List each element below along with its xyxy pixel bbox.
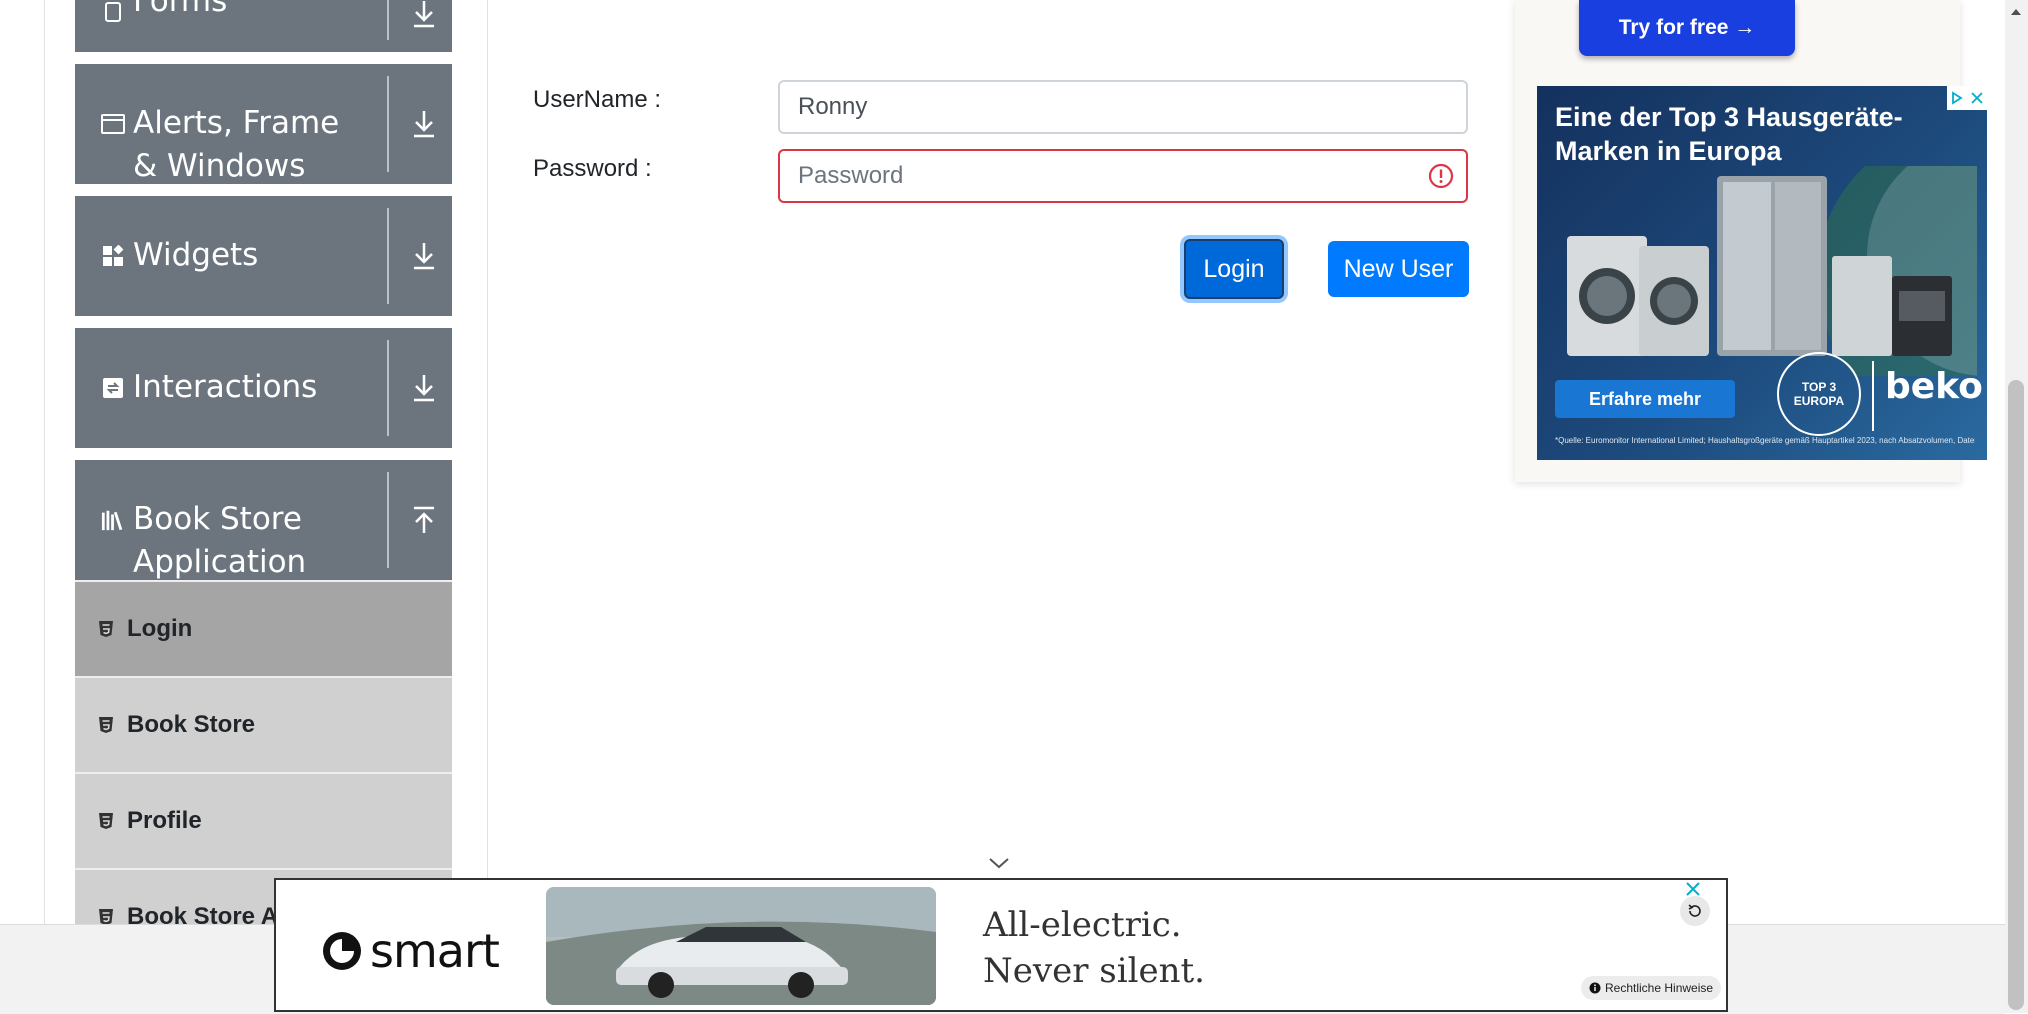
slogan-line-1: All-electric.: [983, 905, 1182, 945]
sidebar-group-label: Book Store Application: [133, 501, 307, 580]
sidebar-group-interactions[interactable]: Interactions: [75, 328, 452, 448]
sidebar-group-alerts[interactable]: Alerts, Frame & Windows: [75, 64, 452, 184]
group-divider: [387, 76, 389, 172]
car-image: [546, 887, 936, 1005]
window-icon: [101, 112, 125, 136]
beko-logo: beko: [1885, 366, 1983, 407]
sidebar-item-label: Login: [127, 615, 193, 642]
scroll-up-icon[interactable]: [2009, 4, 2023, 22]
widgets-icon: [101, 244, 125, 268]
ad-headline: Eine der Top 3 Hausgeräte-Marken in Euro…: [1555, 102, 1903, 166]
ad-fine-print: *Quelle: Euromonitor International Limit…: [1555, 436, 1975, 445]
try-for-free-button[interactable]: Try for free →: [1579, 0, 1795, 56]
info-icon: [1589, 982, 1601, 994]
sidebar-group-label: Forms: [133, 0, 228, 19]
sidebar-group-label: Alerts, Frame & Windows: [133, 105, 340, 184]
smart-slogan: All-electric. Never silent.: [983, 902, 1205, 994]
username-field[interactable]: [778, 80, 1468, 134]
download-arrow-icon[interactable]: [408, 0, 440, 30]
sidebar-item-label: Profile: [127, 807, 202, 834]
upload-arrow-icon[interactable]: [408, 504, 440, 536]
layout-border-left: [44, 0, 45, 924]
erfahre-mehr-button[interactable]: Erfahre mehr: [1555, 380, 1735, 418]
group-divider: [387, 208, 389, 304]
interactions-icon: [101, 376, 125, 400]
smart-logo: smart: [320, 924, 500, 978]
sidebar-item-label: Book Store: [127, 711, 256, 738]
books-icon: [101, 508, 125, 532]
top3-badge: TOP 3 EUROPA: [1777, 352, 1861, 436]
html5-icon: [97, 715, 115, 735]
sidebar-group-book-store[interactable]: Book Store Application: [75, 460, 452, 580]
smart-ad[interactable]: smart All-electric. Never silent. Rechtl…: [274, 878, 1728, 1012]
group-divider: [387, 0, 389, 40]
smart-brand: smart: [370, 924, 500, 978]
close-icon[interactable]: [1967, 86, 1987, 110]
html5-icon: [97, 619, 115, 639]
sidebar-group-label: Widgets: [133, 237, 259, 273]
group-divider: [387, 340, 389, 436]
password-field[interactable]: [778, 149, 1468, 203]
sidebar-item-book-store[interactable]: Book Store: [75, 676, 452, 772]
legal-notice-button[interactable]: Rechtliche Hinweise: [1581, 976, 1722, 1000]
sidebar-group-label: Interactions: [133, 369, 318, 405]
sidebar-item-login[interactable]: Login: [75, 580, 452, 676]
html5-icon: [97, 811, 115, 831]
beko-ad[interactable]: Eine der Top 3 Hausgeräte-Marken in Euro…: [1537, 86, 1987, 460]
login-button[interactable]: Login: [1184, 239, 1284, 299]
new-user-button[interactable]: New User: [1328, 241, 1469, 297]
smart-logo-icon: [323, 932, 361, 970]
chevron-down-icon[interactable]: [988, 856, 1010, 875]
download-arrow-icon[interactable]: [408, 240, 440, 272]
error-icon: [1428, 163, 1454, 189]
group-divider: [387, 472, 389, 568]
sidebar-group-forms[interactable]: Forms: [75, 0, 452, 52]
legal-label: Rechtliche Hinweise: [1605, 981, 1714, 995]
file-icon: [101, 0, 125, 24]
download-arrow-icon[interactable]: [408, 108, 440, 140]
appliances-image: [1567, 166, 1977, 376]
scrollbar-thumb[interactable]: [2008, 380, 2024, 1010]
password-label: Password :: [533, 155, 652, 182]
layout-border-right: [487, 0, 488, 924]
sidebar-group-widgets[interactable]: Widgets: [75, 196, 452, 316]
slogan-line-2: Never silent.: [983, 951, 1205, 991]
replay-icon[interactable]: [1680, 896, 1710, 926]
ad-divider: [1872, 361, 1874, 431]
download-arrow-icon[interactable]: [408, 372, 440, 404]
username-label: UserName :: [533, 86, 662, 113]
sidebar-item-profile[interactable]: Profile: [75, 772, 452, 868]
